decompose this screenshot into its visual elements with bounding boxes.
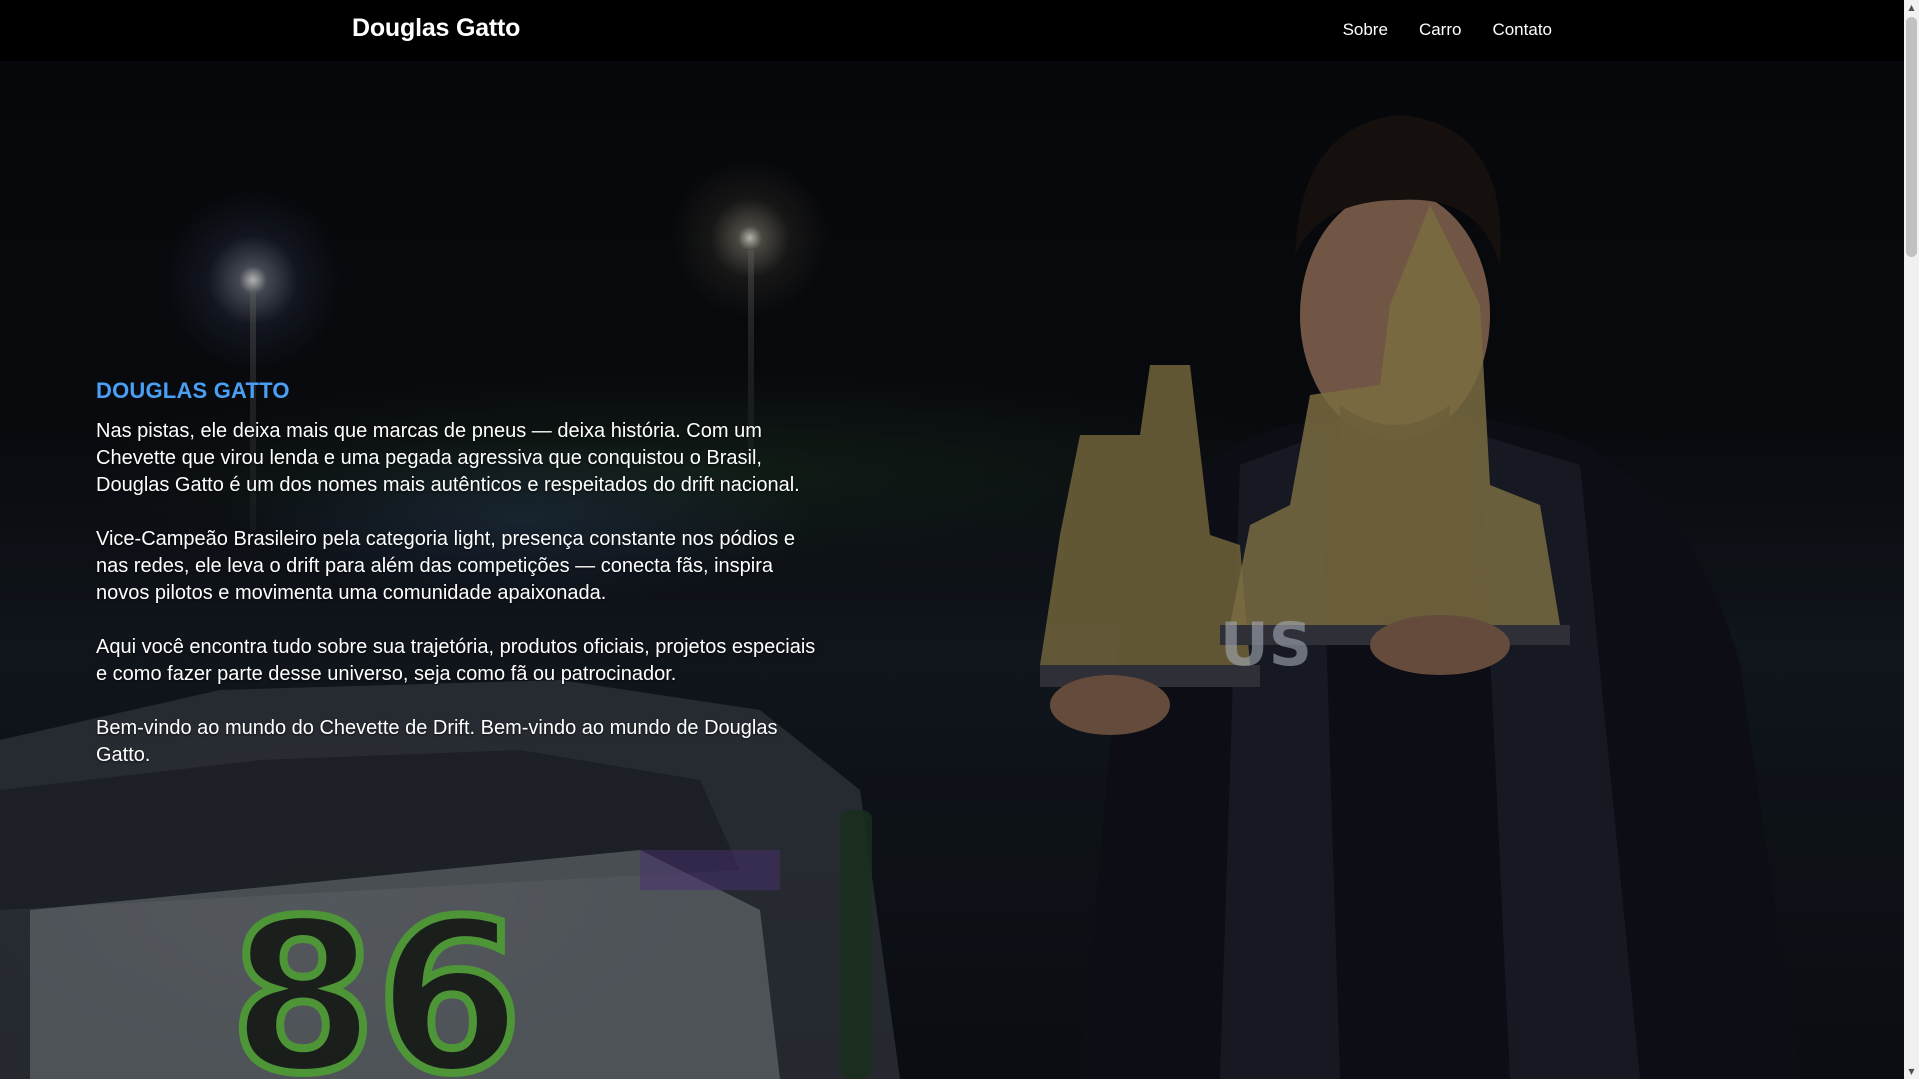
hero-section: DOUGLAS GATTO Nas pistas, ele deixa mais… [96, 378, 816, 796]
hero-title: DOUGLAS GATTO [96, 378, 290, 403]
nav-link-sobre[interactable]: Sobre [1343, 20, 1388, 40]
hero-paragraph-intro: Nas pistas, ele deixa mais que marcas de… [96, 420, 800, 496]
nav-link-carro[interactable]: Carro [1419, 20, 1462, 40]
navbar: Douglas Gatto Sobre Carro Contato [0, 0, 1904, 61]
nav-link-contato[interactable]: Contato [1492, 20, 1552, 40]
page: 86 US Douglas Gatto Sobre Carro Contato … [0, 0, 1919, 1079]
nav-links: Sobre Carro Contato [1343, 20, 1552, 40]
brand-logo-link[interactable]: Douglas Gatto [352, 14, 520, 43]
hero-paragraph-achievements: Vice-Campeão Brasileiro pela categoria l… [96, 528, 795, 604]
hero-paragraph-content: Aqui você encontra tudo sobre sua trajet… [96, 636, 816, 685]
scrollbar-thumb[interactable] [1906, 17, 1917, 257]
hero-paragraph-welcome: Bem-vindo ao mundo do Chevette de Drift.… [96, 717, 778, 766]
scroll-up-arrow-icon[interactable]: ▲ [1904, 0, 1919, 15]
vertical-scrollbar[interactable]: ▲ ▼ [1904, 0, 1919, 1079]
scroll-down-arrow-icon[interactable]: ▼ [1904, 1064, 1919, 1079]
